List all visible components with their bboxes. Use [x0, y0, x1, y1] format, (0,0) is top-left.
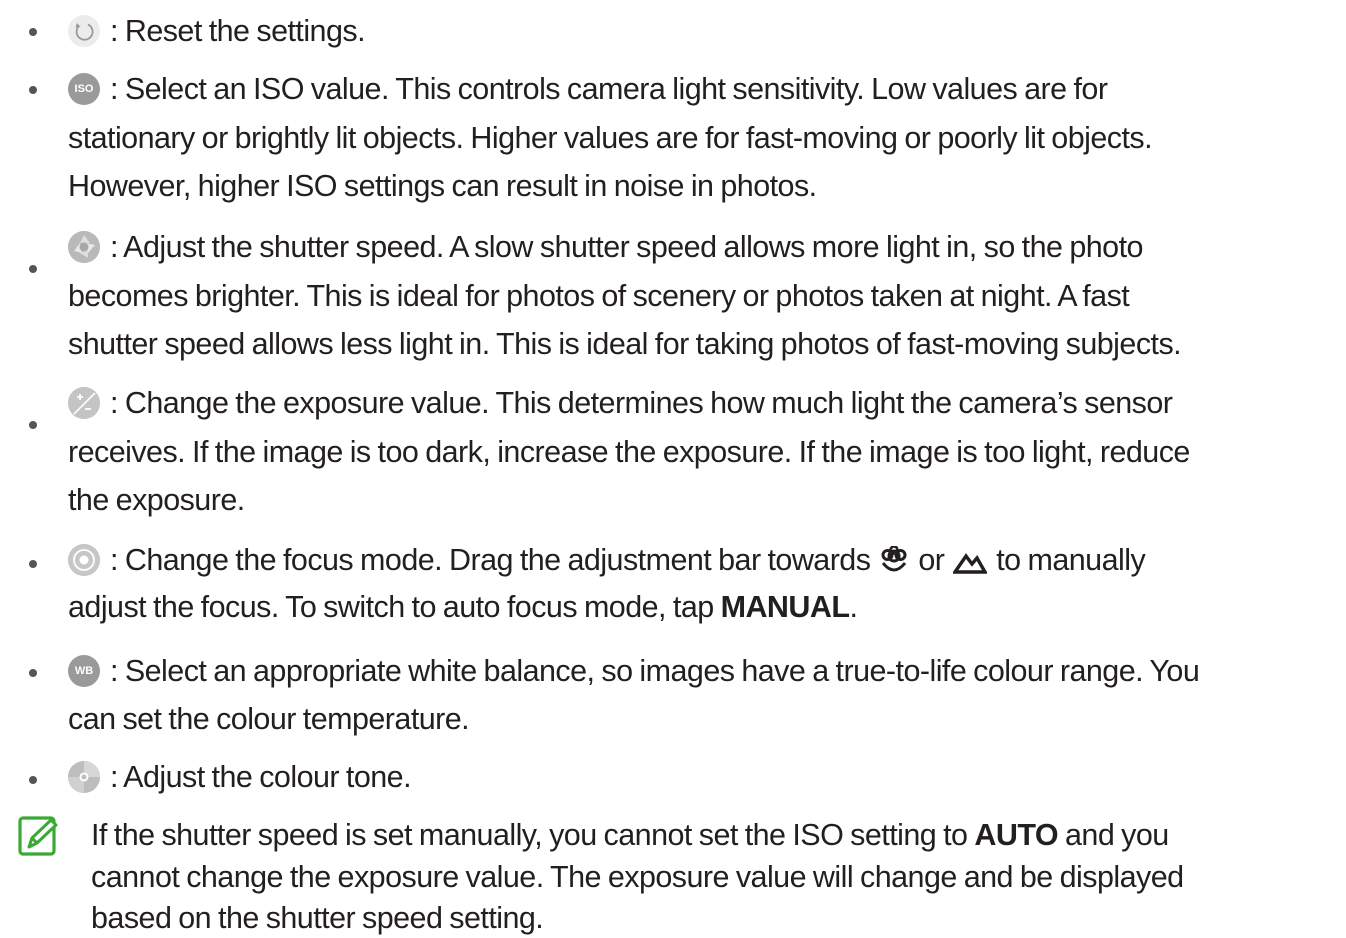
reset-icon — [68, 15, 100, 47]
line: becomes brighter. This is ideal for phot… — [68, 279, 1130, 313]
white-balance-icon: WB — [68, 655, 100, 687]
note-icon — [18, 816, 58, 856]
line: can set the colour temperature. — [68, 702, 470, 736]
note-line: cannot change the exposure value. The ex… — [91, 860, 1184, 894]
line: WB : Select an appropriate white balance… — [68, 651, 1200, 691]
reset-text: : Reset the settings. — [110, 14, 366, 48]
exposure-value-icon — [68, 387, 100, 419]
landscape-mountain-icon — [953, 553, 988, 574]
bullet — [29, 86, 37, 94]
line: adjust the focus. To switch to auto focu… — [68, 590, 858, 624]
line: : Change the focus mode. Drag the adjust… — [68, 540, 1146, 580]
bullet — [29, 265, 37, 273]
manual-label: MANUAL — [720, 590, 850, 624]
line: stationary or brightly lit objects. High… — [68, 121, 1153, 155]
line: : Reset the settings. — [68, 11, 366, 51]
auto-label: AUTO — [974, 818, 1059, 852]
iso-icon: ISO — [68, 73, 100, 105]
line: receives. If the image is too dark, incr… — [68, 435, 1190, 469]
line: : Change the exposure value. This determ… — [68, 383, 1173, 423]
bullet — [29, 776, 37, 784]
bullet — [29, 421, 37, 429]
line: However, higher ISO settings can result … — [68, 169, 817, 203]
bullet — [29, 669, 37, 677]
line: shutter speed allows less light in. This… — [68, 327, 1182, 361]
bullet — [29, 560, 37, 568]
note-line: If the shutter speed is set manually, yo… — [91, 818, 1169, 852]
line: : Adjust the shutter speed. A slow shutt… — [68, 227, 1143, 267]
focus-mode-icon — [68, 544, 100, 576]
macro-flower-icon — [881, 546, 907, 572]
colour-tone-icon — [68, 761, 100, 793]
line: the exposure. — [68, 483, 245, 517]
bullet — [29, 28, 37, 36]
line: ISO : Select an ISO value. This controls… — [68, 69, 1108, 109]
shutter-speed-icon — [68, 231, 100, 263]
note-line: based on the shutter speed setting. — [91, 901, 544, 935]
line: : Adjust the colour tone. — [68, 757, 412, 797]
